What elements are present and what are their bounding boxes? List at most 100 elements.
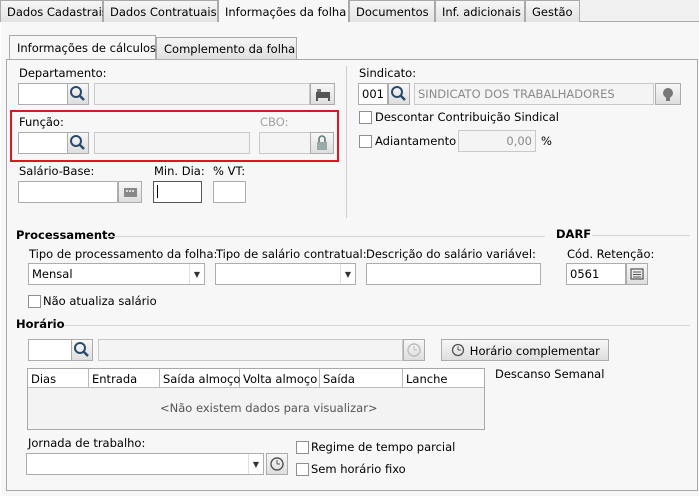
cbo-field: [259, 132, 311, 154]
horario-clock-button[interactable]: [403, 339, 425, 361]
adiantamento-unit: %: [541, 134, 552, 148]
search-icon: [74, 342, 89, 357]
descanso-semanal-label: Descanso Semanal: [495, 367, 605, 381]
adiantamento-value-field: 0,00: [458, 130, 536, 152]
tab-label: Gestão: [532, 5, 573, 19]
departamento-label: Departamento:: [19, 66, 107, 80]
sindicato-search-button[interactable]: [388, 83, 410, 105]
grid-empty-message: <Não existem dados para visualizar>: [160, 401, 378, 415]
funcao-label: Função:: [19, 115, 64, 129]
darf-separator: [592, 235, 690, 236]
tab-dados-cadastrais[interactable]: Dados Cadastrais: [0, 0, 108, 22]
vt-input[interactable]: [213, 181, 246, 203]
horario-complementar-button[interactable]: Horário complementar: [441, 339, 609, 361]
cod-retencao-input[interactable]: 0561: [566, 263, 626, 285]
calculator-icon: [124, 188, 137, 197]
nao-atualiza-label: Não atualiza salário: [43, 294, 157, 308]
horario-grid[interactable]: Dias Entrada Saída almoço Volta almoço S…: [27, 368, 485, 430]
departamento-name-field: [94, 83, 310, 105]
tab-label: Informações da folha: [225, 5, 347, 19]
descricao-salario-input[interactable]: [366, 263, 541, 285]
adiantamento-label: Adiantamento: [375, 134, 457, 148]
horario-code-input[interactable]: [28, 339, 72, 361]
column-header-saida[interactable]: Saída: [320, 369, 403, 388]
clock-add-icon: [407, 343, 421, 357]
descontar-checkbox[interactable]: [359, 111, 372, 124]
tipo-processamento-label: Tipo de processamento da folha:: [29, 247, 218, 261]
jornada-label: Jornada de trabalho:: [28, 436, 146, 450]
text-cursor: [157, 185, 158, 198]
tipo-salario-label: Tipo de salário contratual:: [216, 247, 367, 261]
tab-gestao[interactable]: Gestão: [525, 0, 580, 22]
regime-parcial-label: Regime de tempo parcial: [311, 440, 456, 454]
darf-title: DARF: [556, 227, 592, 241]
departamento-code-input[interactable]: [18, 83, 68, 105]
processamento-separator: [105, 236, 545, 237]
sindicato-lookup-button[interactable]: [655, 83, 681, 105]
tipo-processamento-value: Mensal: [32, 267, 73, 281]
jornada-select[interactable]: ▼: [26, 453, 264, 475]
tab-inf-adicionais[interactable]: Inf. adicionais: [435, 0, 525, 22]
cod-retencao-list-button[interactable]: [626, 263, 648, 285]
horario-title: Horário: [16, 317, 65, 331]
salario-base-label: Salário-Base:: [19, 164, 95, 178]
processamento-title: Processamento: [16, 228, 116, 242]
sem-horario-fixo-checkbox[interactable]: [296, 463, 309, 476]
column-header-lanche[interactable]: Lanche: [403, 369, 484, 388]
descricao-salario-label: Descrição do salário variável:: [366, 247, 536, 261]
regime-parcial-checkbox[interactable]: [296, 441, 309, 454]
horario-complementar-label: Horário complementar: [469, 344, 600, 358]
column-header-entrada[interactable]: Entrada: [89, 369, 160, 388]
tab-label: Documentos: [356, 5, 429, 19]
subtab-label: Informações de cálculos: [17, 41, 157, 55]
tab-dados-contratuais[interactable]: Dados Contratuais: [103, 0, 218, 22]
top-tab-bar: Dados Cadastrais Dados Contratuais Infor…: [0, 0, 699, 22]
tab-label: Dados Cadastrais: [7, 5, 108, 19]
horario-separator: [64, 325, 690, 326]
subtab-complemento-folha[interactable]: Complemento da folha: [156, 37, 297, 59]
person-head-icon: [663, 88, 673, 101]
tipo-processamento-select[interactable]: Mensal ▼: [28, 263, 205, 285]
search-icon: [70, 86, 85, 101]
adiantamento-checkbox[interactable]: [359, 135, 372, 148]
funcao-code-input[interactable]: [18, 132, 68, 154]
vt-label: % VT:: [213, 164, 246, 178]
clock-add-icon: [451, 343, 465, 357]
descontar-label: Descontar Contribuição Sindical: [375, 110, 559, 124]
lock-icon: [317, 135, 327, 150]
chevron-down-icon: ▼: [189, 264, 204, 284]
sindicato-label: Sindicato:: [359, 66, 417, 80]
tab-informacoes-folha[interactable]: Informações da folha: [218, 0, 349, 22]
subtab-informacoes-calculos[interactable]: Informações de cálculos: [9, 35, 156, 59]
cbo-lookup-button[interactable]: [310, 132, 334, 154]
clock-add-icon: [270, 457, 284, 471]
sem-horario-fixo-label: Sem horário fixo: [311, 462, 406, 476]
funcao-search-button[interactable]: [67, 132, 89, 154]
salario-base-calc-button[interactable]: [118, 181, 142, 203]
min-dia-label: Min. Dia:: [154, 164, 205, 178]
chevron-down-icon: ▼: [248, 454, 263, 474]
cod-retencao-label: Cód. Retenção:: [567, 247, 655, 261]
min-dia-input[interactable]: [153, 181, 202, 203]
funcao-name-field: [94, 132, 250, 154]
column-separator: [346, 66, 347, 218]
tab-documentos[interactable]: Documentos: [349, 0, 435, 22]
sindicato-name-field: SINDICATO DOS TRABALHADORES: [414, 83, 654, 105]
bed-icon: [315, 89, 330, 101]
chevron-down-icon: ▼: [340, 264, 355, 284]
search-icon: [391, 86, 406, 101]
column-header-volta-almoco[interactable]: Volta almoço: [240, 369, 320, 388]
sindicato-code-input[interactable]: 001: [358, 83, 388, 105]
departamento-lookup-button[interactable]: [310, 83, 335, 105]
salario-base-input[interactable]: [18, 181, 118, 203]
departamento-search-button[interactable]: [67, 83, 89, 105]
tab-label: Inf. adicionais: [442, 5, 521, 19]
tipo-salario-select[interactable]: ▼: [215, 263, 356, 285]
nao-atualiza-checkbox[interactable]: [28, 295, 41, 308]
subtab-label: Complemento da folha: [164, 42, 296, 56]
horario-search-button[interactable]: [71, 339, 93, 361]
jornada-clock-button[interactable]: [266, 453, 288, 475]
horario-name-field: [98, 339, 403, 361]
column-header-dias[interactable]: Dias: [28, 369, 89, 388]
column-header-saida-almoco[interactable]: Saída almoço: [160, 369, 240, 388]
